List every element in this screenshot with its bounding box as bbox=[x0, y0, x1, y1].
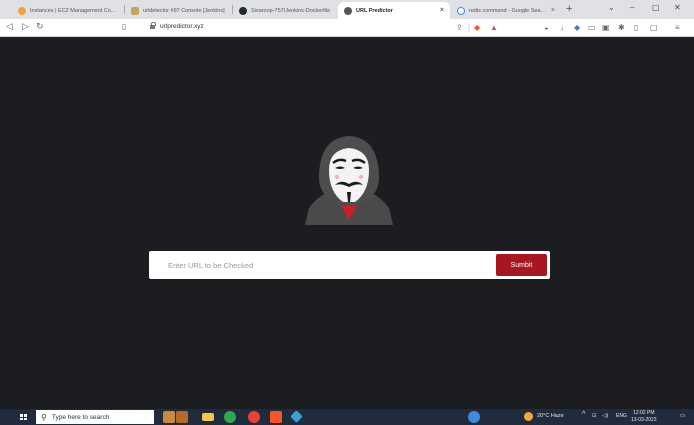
hacker-mask-logo-icon bbox=[305, 136, 393, 225]
tab-label: redis command - Google Search bbox=[469, 7, 547, 14]
browser-tab-strip: Instances | EC2 Management Console urlde… bbox=[0, 0, 694, 19]
tab-jenkins-console[interactable]: urldetector #97 Console [Jenkins] bbox=[125, 2, 232, 19]
extension-badge-icon[interactable]: ▣ bbox=[602, 23, 610, 32]
tab-search-chevron-icon[interactable]: ⌄ bbox=[608, 3, 615, 12]
volume-icon[interactable]: ◁) bbox=[602, 413, 608, 419]
submit-button[interactable]: Sumbit bbox=[496, 254, 547, 276]
windows-start-icon[interactable] bbox=[20, 414, 27, 420]
taskbar-app-icon[interactable] bbox=[290, 410, 303, 423]
extension-incognito-icon[interactable]: ◒ bbox=[544, 23, 549, 32]
close-window-icon[interactable]: ✕ bbox=[674, 3, 681, 12]
taskbar-app-icon[interactable] bbox=[163, 411, 175, 423]
language-indicator[interactable]: ENG bbox=[616, 413, 627, 419]
globe-favicon-icon bbox=[344, 6, 352, 15]
taskbar-search-box[interactable]: ⚲ Type here to search bbox=[36, 410, 154, 424]
url-predictor-page: Sumbit bbox=[0, 37, 694, 409]
system-clock[interactable]: 12:02 PM 13-03-2023 bbox=[631, 410, 657, 424]
new-tab-icon[interactable]: + bbox=[566, 3, 572, 15]
tab-label: Sivaroop-757/Jenkins-Dockerfile bbox=[251, 7, 331, 14]
browser-toolbar: ◁ ▷ ↻ ▯ urlpredictor.xyz ⇪ | ◆ ▲ ◒ ↓ ◆ ▭… bbox=[0, 19, 694, 37]
sidebar-icon[interactable]: ▯ bbox=[634, 23, 638, 32]
brave-shield-icon[interactable]: ◆ bbox=[474, 23, 480, 32]
tab-github-repo[interactable]: Sivaroop-757/Jenkins-Dockerfile bbox=[233, 2, 337, 19]
network-icon[interactable]: ⊡ bbox=[592, 413, 597, 419]
show-hidden-icons-chevron-icon[interactable]: ^ bbox=[582, 411, 585, 418]
notification-icon[interactable]: ▭ bbox=[680, 413, 685, 419]
clock-date: 13-03-2023 bbox=[631, 417, 657, 423]
download-icon[interactable]: ↓ bbox=[560, 23, 564, 32]
taskbar-app-icon[interactable] bbox=[468, 411, 480, 423]
search-icon: ⚲ bbox=[41, 412, 47, 422]
google-favicon-icon bbox=[457, 6, 465, 15]
wallet-icon[interactable]: ▢ bbox=[650, 23, 658, 32]
brave-browser-icon[interactable] bbox=[270, 411, 282, 423]
weather-icon[interactable] bbox=[524, 412, 533, 421]
bookmark-icon[interactable]: ▯ bbox=[122, 22, 126, 31]
tab-label: Instances | EC2 Management Console bbox=[30, 7, 118, 14]
tab-ec2-instances[interactable]: Instances | EC2 Management Console bbox=[12, 2, 124, 19]
jenkins-favicon-icon bbox=[131, 6, 139, 15]
url-input[interactable] bbox=[149, 251, 494, 279]
back-icon[interactable]: ◁ bbox=[6, 21, 13, 32]
address-bar[interactable]: urlpredictor.xyz bbox=[160, 23, 204, 30]
share-icon[interactable]: ⇪ bbox=[456, 23, 463, 32]
windows-taskbar: ⚲ Type here to search 20°C Haze ^ ⊡ ◁) E… bbox=[0, 409, 694, 425]
clock-time: 12:02 PM bbox=[633, 410, 655, 416]
taskbar-search-placeholder: Type here to search bbox=[51, 413, 110, 421]
forward-icon[interactable]: ▷ bbox=[22, 21, 29, 32]
maximize-icon[interactable]: ▢ bbox=[652, 3, 660, 12]
extensions-puzzle-icon[interactable]: ✱ bbox=[618, 23, 625, 32]
brave-rewards-icon[interactable]: ▲ bbox=[490, 23, 498, 32]
taskbar-app-icon[interactable] bbox=[224, 411, 236, 423]
url-check-form: Sumbit bbox=[149, 251, 550, 279]
close-tab-icon[interactable]: × bbox=[436, 7, 444, 14]
tab-label: urldetector #97 Console [Jenkins] bbox=[143, 7, 225, 14]
tab-label: URL Predictor bbox=[356, 7, 393, 14]
lock-icon bbox=[150, 22, 156, 30]
github-favicon-icon bbox=[239, 6, 247, 15]
minimize-icon[interactable]: – bbox=[630, 3, 634, 12]
taskbar-app-icon[interactable] bbox=[176, 411, 188, 423]
menu-icon[interactable]: ≡ bbox=[675, 23, 680, 32]
extension-screen-icon[interactable]: ▭ bbox=[588, 23, 596, 32]
extension-shield-icon[interactable]: ◆ bbox=[574, 23, 580, 32]
file-explorer-icon[interactable] bbox=[202, 413, 214, 421]
close-tab-icon[interactable]: × bbox=[547, 7, 555, 14]
aws-favicon-icon bbox=[18, 6, 26, 15]
tab-google-search[interactable]: redis command - Google Search × bbox=[451, 2, 561, 19]
reload-icon[interactable]: ↻ bbox=[36, 21, 44, 32]
weather-text[interactable]: 20°C Haze bbox=[537, 413, 564, 419]
tab-url-predictor[interactable]: URL Predictor × bbox=[338, 2, 450, 19]
chrome-icon[interactable] bbox=[248, 411, 260, 423]
